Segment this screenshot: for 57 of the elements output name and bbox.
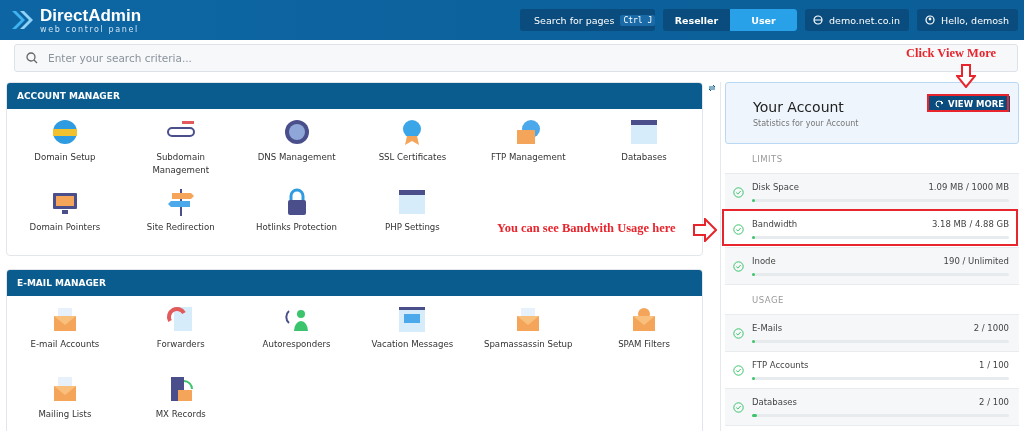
manager-item[interactable]: Autoresponders [238, 300, 355, 370]
stat-reading: 3.18 MB / 4.88 GB [931, 219, 1009, 229]
manager-item[interactable]: Subdomain Management [122, 113, 239, 183]
redo-icon [935, 99, 945, 109]
manager-item[interactable]: Domain Pointers [7, 183, 123, 253]
logo-icon [12, 8, 34, 32]
mode-toggle[interactable]: Reseller [663, 9, 730, 31]
manager-item[interactable]: Domain Setup [7, 113, 123, 183]
stat-label: FTP Accounts [752, 360, 809, 370]
stat-reading: 190 / Unlimited [943, 256, 1009, 266]
stat-label: Disk Space [752, 182, 799, 192]
logo-title: DirectAdmin [40, 6, 142, 25]
down-arrow-icon [956, 64, 976, 88]
stat-label: Bandwidth [752, 219, 798, 229]
manager-item[interactable]: Site Redirection [122, 183, 239, 253]
card-subtitle: Statistics for your Account [753, 119, 859, 128]
group-heading: LIMITS [751, 153, 783, 164]
stat-label: Databases [752, 397, 797, 407]
stat-reading: 1.09 MB / 1000 MB [928, 182, 1009, 192]
group-heading: USAGE [751, 294, 784, 305]
manager-item[interactable]: DNS Management [238, 113, 355, 183]
section-header: ACCOUNT MANAGER [7, 83, 702, 109]
stat-reading: 1 / 100 [979, 360, 1009, 370]
check-circle-icon [733, 364, 744, 376]
manager-item[interactable]: E-mail Accounts [7, 300, 123, 370]
check-circle-icon [733, 223, 744, 235]
manager-item[interactable]: Vacation Messages [354, 300, 471, 370]
annotation-text: Click View More [906, 46, 997, 61]
search-icon [26, 52, 38, 64]
annotation-text: You can see Bandwith Usage here [497, 221, 676, 236]
manager-item[interactable]: SPAM Filters [586, 300, 702, 370]
manager-item[interactable]: FTP Management [470, 113, 587, 183]
stat-label: Inode [752, 256, 776, 266]
manager-item[interactable]: Hotlinks Protection [238, 183, 355, 253]
user-icon [925, 15, 935, 25]
stat-label: E-Mails [752, 323, 783, 333]
manager-item[interactable]: Forwarders [122, 300, 239, 370]
logo-subtitle: web control panel [40, 24, 140, 34]
domain-dropdown[interactable]: demo.net.co.in [805, 9, 909, 31]
card-title: Your Account [753, 99, 845, 115]
section-header: E-MAIL MANAGER [7, 270, 702, 296]
search-pages-button[interactable]: Search for pages Ctrl J [520, 9, 655, 31]
check-circle-icon [733, 327, 744, 339]
stat-reading: 2 / 100 [979, 397, 1009, 407]
manager-item[interactable]: Mailing Lists [7, 370, 123, 431]
manager-item[interactable]: Spamassassin Setup [470, 300, 587, 370]
manager-item[interactable]: PHP Settings [354, 183, 471, 253]
stat-reading: 2 / 1000 [973, 323, 1009, 333]
check-circle-icon [733, 401, 744, 413]
check-circle-icon [733, 186, 744, 198]
user-menu-button[interactable]: Hello, demosh [917, 9, 1018, 31]
manager-item[interactable]: MX Records [122, 370, 239, 431]
swap-icon[interactable] [707, 84, 716, 92]
check-circle-icon [733, 260, 744, 272]
globe-icon [813, 15, 823, 25]
manager-item[interactable]: Databases [586, 113, 702, 183]
manager-item[interactable]: SSL Certificates [354, 113, 471, 183]
